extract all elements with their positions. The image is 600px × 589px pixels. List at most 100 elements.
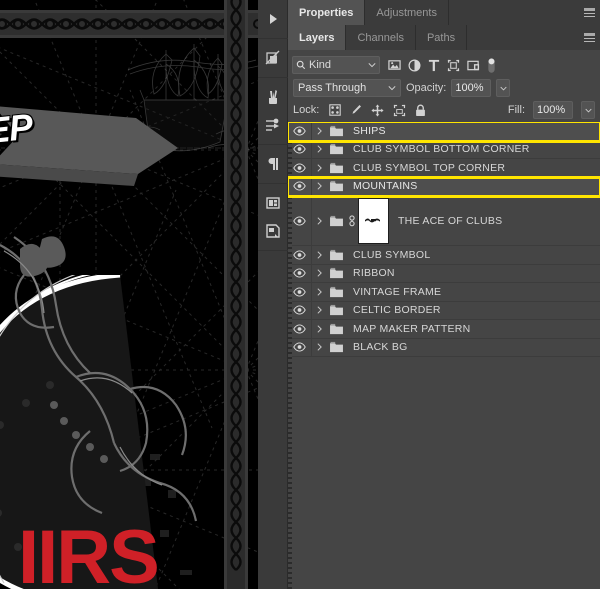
layer-name-label: MAP MAKER PATTERN: [353, 322, 471, 335]
expand-panels-arrow-icon[interactable]: [260, 6, 286, 32]
layer-name-label: CELTIC BORDER: [353, 304, 441, 317]
tabstrip-filler: [467, 25, 578, 50]
fill-label: Fill:: [507, 104, 525, 116]
layer-name-label: CLUB SYMBOL TOP CORNER: [353, 161, 506, 174]
filter-kind-label: Kind: [309, 59, 332, 71]
opacity-input[interactable]: 100%: [451, 79, 492, 97]
lock-artboard-nesting-icon[interactable]: [393, 104, 406, 117]
layer-row[interactable]: CLUB SYMBOL BOTTOM CORNER: [288, 140, 600, 159]
layer-visibility-toggle[interactable]: [288, 177, 312, 195]
adjustments-panel-icon[interactable]: [260, 112, 286, 138]
layer-group-expand-icon[interactable]: [312, 144, 326, 154]
fill-stepper-icon[interactable]: [581, 101, 595, 119]
ship-illustration-artwork: [123, 44, 258, 152]
chevron-right-icon: [316, 251, 322, 259]
lock-position-icon[interactable]: [371, 103, 384, 117]
layer-name-label: RIBBON: [353, 267, 395, 280]
chevron-right-icon: [316, 145, 322, 153]
layer-row[interactable]: CELTIC BORDER: [288, 301, 600, 320]
layers-panel-menu-icon[interactable]: [578, 25, 600, 50]
layer-group-folder-icon: [326, 215, 346, 227]
folder-icon: [329, 305, 343, 316]
layer-group-folder-icon: [326, 143, 346, 155]
tab-adjustments[interactable]: Adjustments: [365, 0, 449, 25]
collapsed-panel-dock: [257, 0, 288, 589]
paragraph-panel-icon[interactable]: [260, 151, 286, 177]
eye-visibility-icon: [293, 268, 306, 278]
layer-row[interactable]: CLUB SYMBOL TOP CORNER: [288, 159, 600, 178]
layer-name-label: CLUB SYMBOL BOTTOM CORNER: [353, 143, 530, 156]
tab-paths[interactable]: Paths: [415, 25, 468, 50]
layer-group-expand-icon[interactable]: [312, 342, 326, 352]
filter-pixel-layers-icon[interactable]: [388, 59, 401, 71]
notes-panel-icon[interactable]: [260, 218, 286, 244]
layer-row[interactable]: SHIPS: [288, 122, 600, 143]
eye-visibility-icon: [293, 215, 306, 226]
chevron-right-icon: [316, 343, 322, 351]
properties-panel-icon[interactable]: [260, 45, 286, 71]
properties-panel-menu-icon[interactable]: [578, 0, 600, 25]
folder-icon: [329, 125, 343, 136]
lock-image-pixels-icon[interactable]: [350, 104, 362, 116]
rail-group-expand: [257, 0, 288, 39]
chevron-right-icon: [316, 164, 322, 172]
layer-row[interactable]: BLACK BG: [288, 338, 600, 357]
layers-panel: Properties Adjustments Layers Channels P…: [288, 0, 600, 589]
filter-kind-select[interactable]: Kind: [292, 56, 380, 74]
lock-transparent-pixels-icon[interactable]: [329, 104, 342, 116]
document-canvas[interactable]: EP IIRS: [0, 0, 258, 589]
filter-toggle-switch-icon[interactable]: [487, 57, 496, 74]
celtic-border-right-artwork: [224, 0, 248, 589]
layer-group-expand-icon[interactable]: [312, 126, 326, 136]
chevron-right-icon: [316, 269, 322, 277]
layer-group-expand-icon[interactable]: [312, 305, 326, 315]
layer-comps-panel-icon[interactable]: [260, 190, 286, 216]
chevron-down-icon: [388, 86, 396, 91]
layers-list[interactable]: SHIPS CLUB SYMBOL BOTTOM CORNER CLUB SYM…: [288, 122, 600, 589]
properties-tabstrip: Properties Adjustments: [288, 0, 600, 25]
layer-name-label: SHIPS: [353, 124, 386, 137]
chevron-down-icon: [368, 63, 376, 68]
filter-type-layers-icon[interactable]: [428, 59, 440, 72]
layer-group-folder-icon: [326, 249, 346, 261]
layer-group-expand-icon[interactable]: [312, 268, 326, 278]
chevron-right-icon: [316, 182, 322, 190]
link-layers-icon[interactable]: [346, 214, 357, 227]
layer-row[interactable]: MAP MAKER PATTERN: [288, 320, 600, 339]
layer-row[interactable]: MOUNTAINS: [288, 175, 600, 198]
layer-filter-icons: [388, 57, 496, 74]
filter-adjustment-layers-icon[interactable]: [408, 59, 421, 72]
layer-group-expand-icon[interactable]: [312, 181, 326, 191]
filter-shape-layers-icon[interactable]: [447, 59, 460, 72]
layer-group-expand-icon[interactable]: [312, 163, 326, 173]
tab-channels[interactable]: Channels: [346, 25, 416, 50]
filter-smart-object-icon[interactable]: [467, 59, 480, 72]
layer-visibility-toggle[interactable]: [288, 122, 312, 140]
layer-group-expand-icon[interactable]: [312, 250, 326, 260]
rail-group-brushes: [257, 78, 288, 145]
fill-input[interactable]: 100%: [533, 101, 573, 119]
layer-group-folder-icon: [326, 341, 346, 353]
layer-group-folder-icon: [326, 323, 346, 335]
brushes-panel-icon[interactable]: [260, 84, 286, 110]
layer-row[interactable]: CLUB SYMBOL: [288, 246, 600, 265]
lock-icons-group: [329, 103, 426, 117]
eye-visibility-icon: [293, 250, 306, 260]
layer-group-expand-icon[interactable]: [312, 287, 326, 297]
tab-layers[interactable]: Layers: [288, 25, 347, 50]
layer-row[interactable]: RIBBON: [288, 264, 600, 283]
opacity-stepper-icon[interactable]: [496, 79, 511, 97]
layers-rows-container: SHIPS CLUB SYMBOL BOTTOM CORNER CLUB SYM…: [288, 122, 600, 357]
folder-icon: [329, 323, 343, 334]
folder-icon: [329, 268, 343, 279]
layer-name-label: CLUB SYMBOL: [353, 248, 431, 261]
layer-group-expand-icon[interactable]: [312, 216, 326, 226]
layer-thumbnail[interactable]: [358, 197, 389, 244]
layer-group-expand-icon[interactable]: [312, 324, 326, 334]
lock-all-icon[interactable]: [415, 104, 426, 117]
layer-row[interactable]: THE ACE OF CLUBS: [288, 196, 600, 246]
folder-icon: [329, 181, 343, 192]
blend-mode-select[interactable]: Pass Through: [293, 79, 401, 97]
layer-row[interactable]: VINTAGE FRAME: [288, 283, 600, 302]
tab-properties[interactable]: Properties: [288, 0, 366, 25]
